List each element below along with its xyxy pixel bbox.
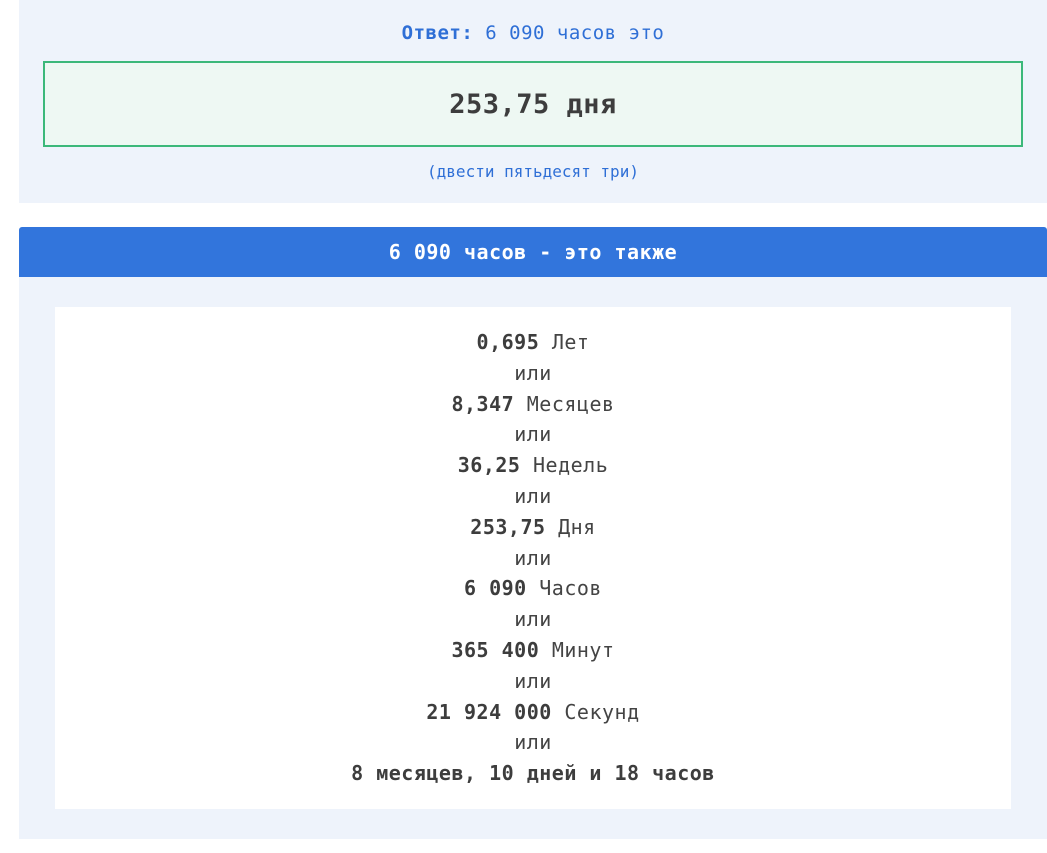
list-item: 8,347 Месяцев <box>55 389 1011 420</box>
list-item: 6 090 Часов <box>55 573 1011 604</box>
list-item: 0,695 Лет <box>55 327 1011 358</box>
also-body: 0,695 Лет или 8,347 Месяцев или 36,25 Не… <box>19 277 1047 839</box>
item-unit: Часов <box>539 576 602 601</box>
or-separator: или <box>514 545 552 570</box>
list-item: 36,25 Недель <box>55 450 1011 481</box>
list-item: 21 924 000 Секунд <box>55 697 1011 728</box>
or-separator: или <box>514 730 552 755</box>
item-value: 6 090 <box>464 576 527 601</box>
list-item: 365 400 Минут <box>55 635 1011 666</box>
item-unit: Лет <box>551 330 590 354</box>
item-unit: Недель <box>533 453 609 478</box>
or-separator: или <box>514 483 552 508</box>
item-unit: Дня <box>558 514 596 539</box>
result-in-words: (двести пятьдесят три) <box>427 162 639 181</box>
item-value: 253,75 <box>470 514 546 539</box>
or-separator: или <box>514 360 552 385</box>
conversion-list: 0,695 Лет или 8,347 Месяцев или 36,25 Не… <box>55 327 1011 789</box>
answer-label: Ответ: <box>401 22 474 44</box>
conversion-list-card: 0,695 Лет или 8,347 Месяцев или 36,25 Не… <box>55 307 1011 809</box>
item-value: 21 924 000 <box>426 699 552 724</box>
answer-text: 6 090 часов это <box>485 22 665 44</box>
or-separator: или <box>514 668 552 693</box>
item-value: 36,25 <box>457 453 521 478</box>
item-value: 0,695 <box>476 330 540 354</box>
item-unit: Месяцев <box>526 391 615 416</box>
summary-breakdown: 8 месяцев, 10 дней и 18 часов <box>351 761 715 786</box>
answer-panel: Ответ: 6 090 часов это 253,75 дня (двест… <box>19 0 1047 203</box>
item-unit: Секунд <box>564 699 640 724</box>
result-box: 253,75 дня <box>43 61 1023 147</box>
also-header: 6 090 часов - это также <box>19 227 1047 277</box>
or-separator: или <box>514 422 552 447</box>
item-value: 8,347 <box>451 391 515 416</box>
list-item: 253,75 Дня <box>55 512 1011 543</box>
answer-line: Ответ: 6 090 часов это <box>19 22 1047 44</box>
item-unit: Минут <box>551 637 615 662</box>
or-separator: или <box>514 607 552 632</box>
item-value: 365 400 <box>451 637 540 662</box>
result-value: 253,75 дня <box>449 88 617 120</box>
